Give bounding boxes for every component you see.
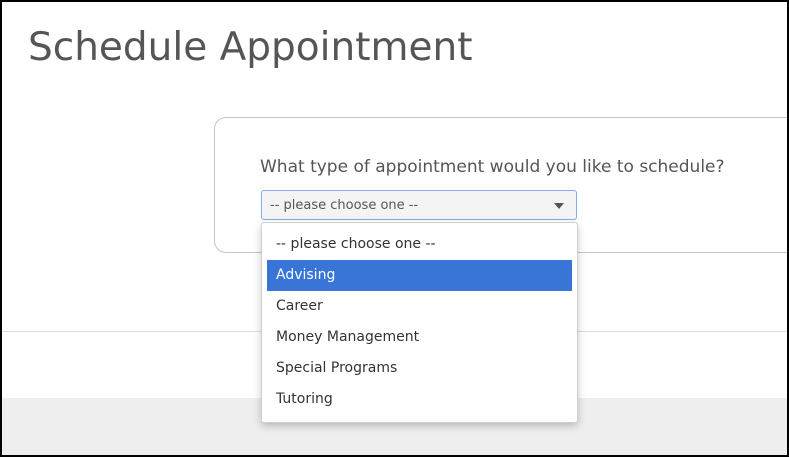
appointment-type-question: What type of appointment would you like …: [260, 157, 725, 177]
page-frame: Schedule Appointment What type of appoin…: [0, 0, 789, 457]
option-please-choose[interactable]: -- please choose one --: [267, 228, 572, 260]
option-career[interactable]: Career: [267, 291, 572, 322]
chevron-down-icon: [554, 203, 564, 209]
select-current-value: -- please choose one --: [270, 198, 419, 213]
option-special-programs[interactable]: Special Programs: [267, 353, 572, 384]
option-tutoring[interactable]: Tutoring: [267, 384, 572, 415]
appointment-type-select[interactable]: -- please choose one --: [261, 190, 577, 220]
option-money-management[interactable]: Money Management: [267, 322, 572, 353]
option-advising[interactable]: Advising: [267, 260, 572, 291]
page-title: Schedule Appointment: [28, 25, 473, 70]
appointment-type-dropdown: -- please choose one -- Advising Career …: [261, 222, 578, 423]
